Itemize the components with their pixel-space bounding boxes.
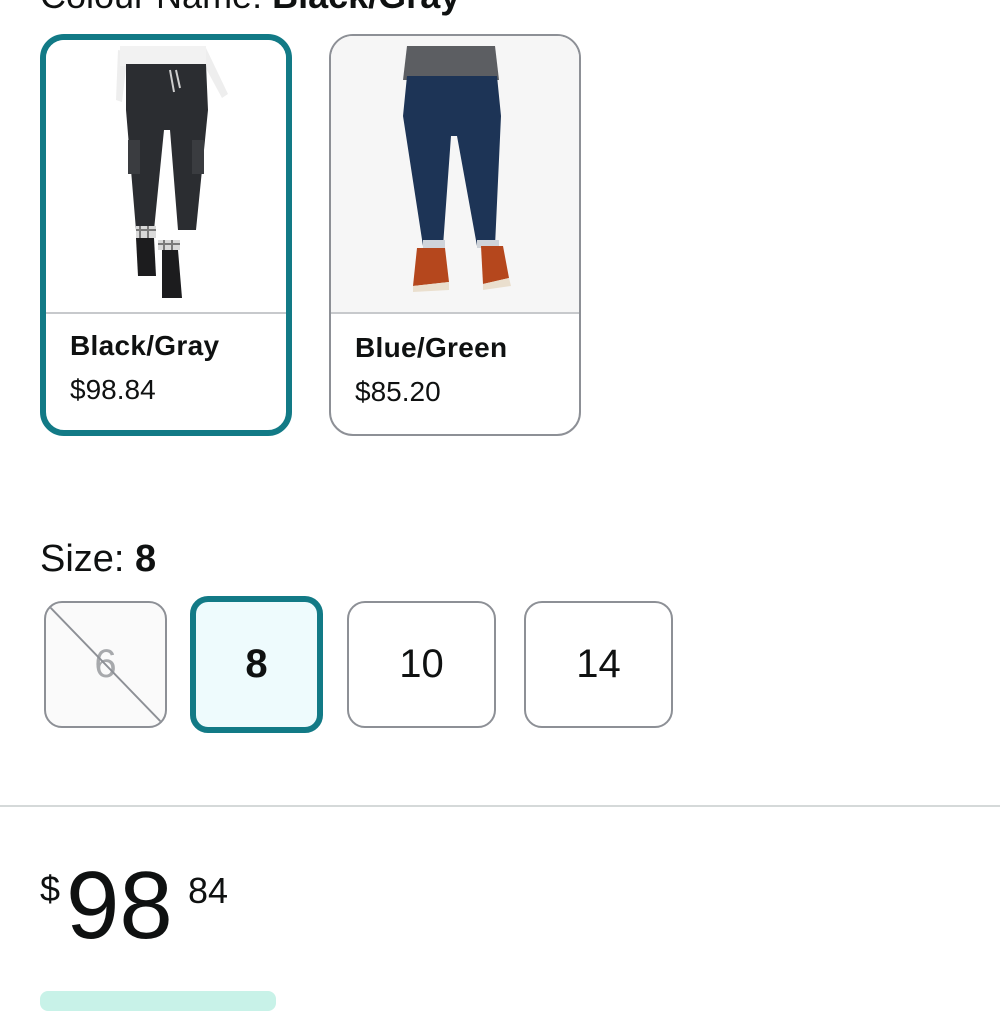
deal-badge [40,991,276,1011]
price-whole: 98 [66,852,173,959]
size-label-14: 14 [576,642,621,686]
size-label-8: 8 [245,642,268,686]
price-currency-symbol: $ [40,868,61,909]
colour-heading: Colour Name: Black/Gray [40,0,460,14]
colour-selected-value: Black/Gray [272,0,460,16]
colour-label: Colour Name: [40,0,262,16]
size-option-8[interactable]: 8 [190,596,323,733]
size-option-14[interactable]: 14 [524,601,673,728]
swatch-name: Black/Gray [70,330,220,361]
section-divider [0,805,1000,807]
size-label: Size: [40,538,125,580]
size-option-6[interactable]: 6 [44,601,167,728]
blue-green-pants-image [331,36,579,314]
colour-swatch-blue-green[interactable]: Blue/Green $85.20 [329,34,581,436]
swatch-price: $98.84 [70,374,156,405]
size-label-10: 10 [399,642,444,686]
colour-swatch-black-gray[interactable]: Black/Gray $98.84 [40,34,292,436]
swatch-name: Blue/Green [355,332,508,363]
size-selected-value: 8 [135,538,157,580]
unavailable-slash-icon [46,603,165,726]
size-option-10[interactable]: 10 [347,601,496,728]
price-fraction: 84 [188,870,229,911]
size-heading: Size: 8 [40,538,156,581]
black-gray-pants-image [46,40,286,314]
swatch-price: $85.20 [355,376,441,407]
